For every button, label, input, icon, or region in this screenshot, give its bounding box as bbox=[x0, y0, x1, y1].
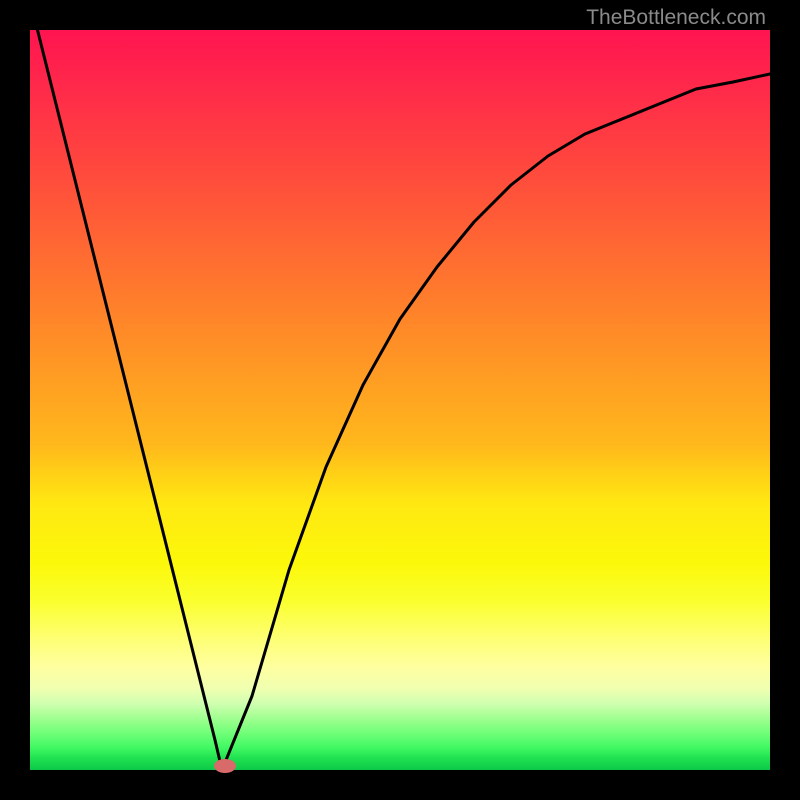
watermark-text: TheBottleneck.com bbox=[586, 6, 766, 30]
plot-area bbox=[30, 30, 770, 770]
bottleneck-curve bbox=[30, 0, 770, 770]
chart-frame: TheBottleneck.com bbox=[0, 0, 800, 800]
curve-svg bbox=[30, 30, 770, 770]
marker-dot bbox=[214, 759, 236, 773]
